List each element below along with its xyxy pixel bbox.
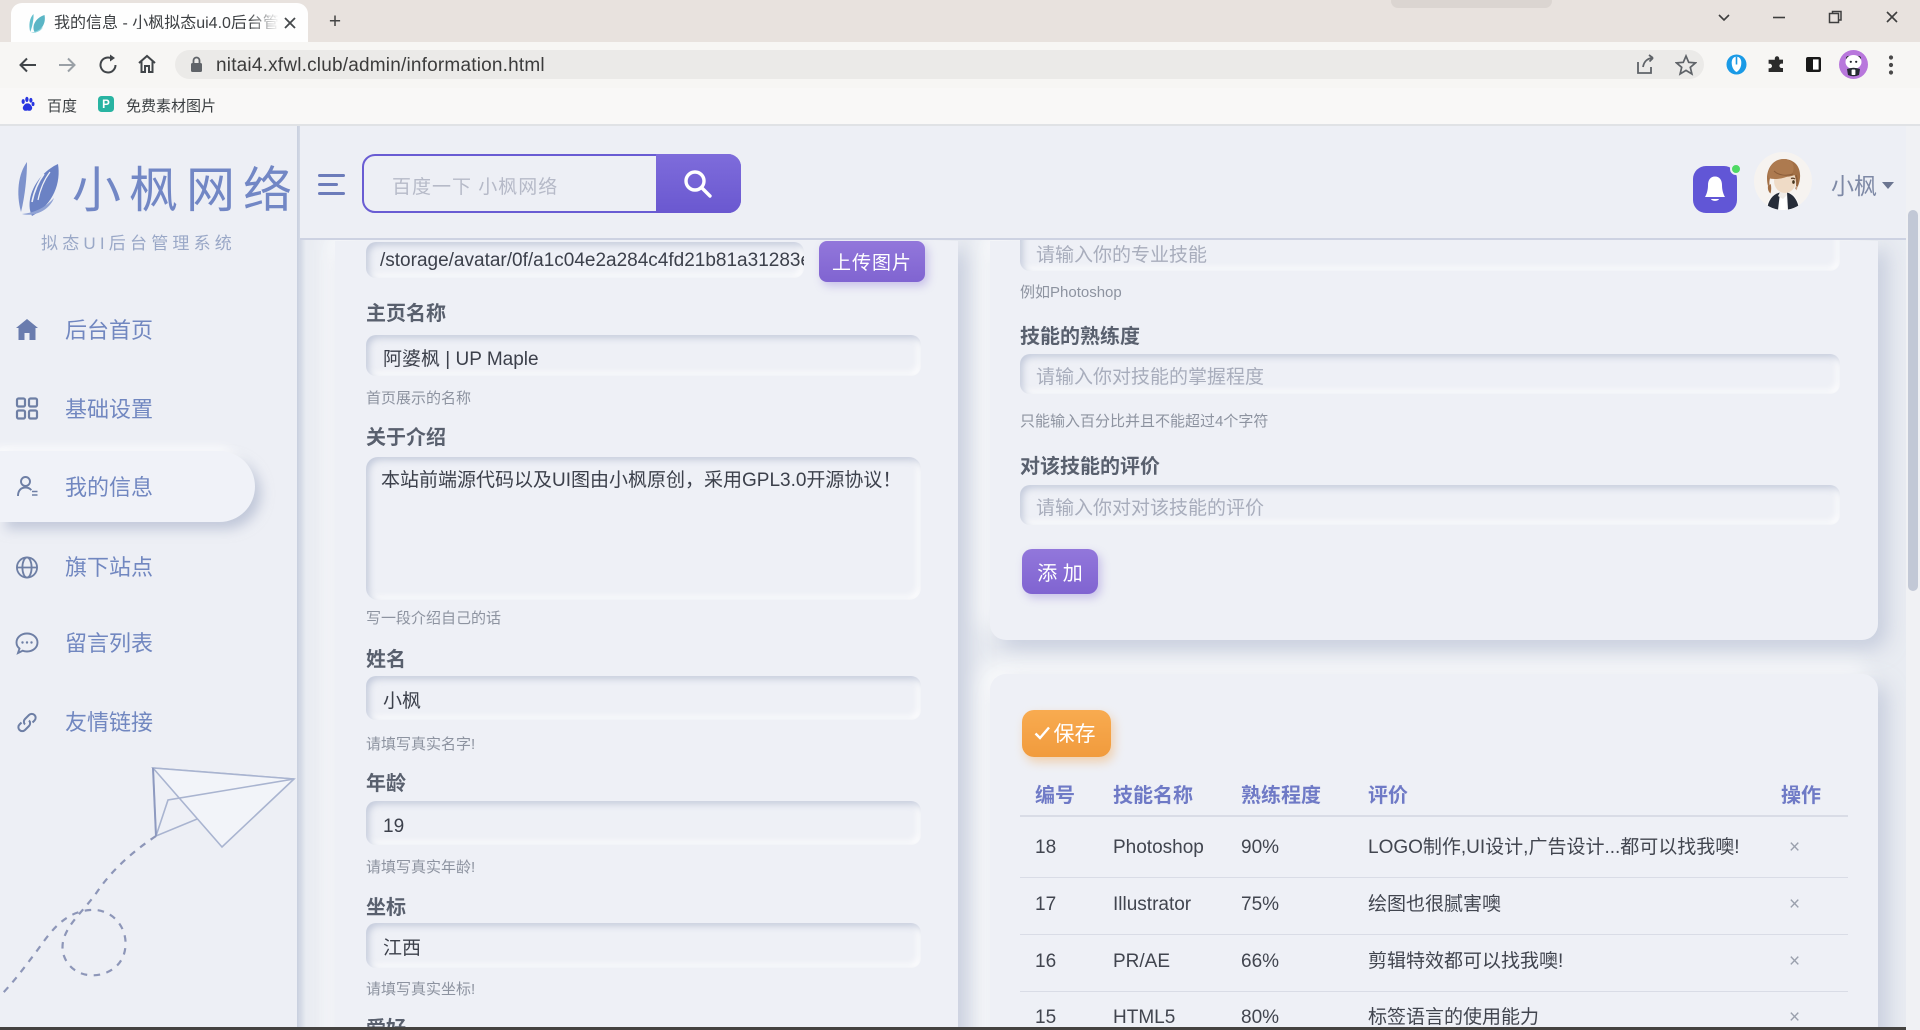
svg-text:P: P <box>102 99 110 111</box>
